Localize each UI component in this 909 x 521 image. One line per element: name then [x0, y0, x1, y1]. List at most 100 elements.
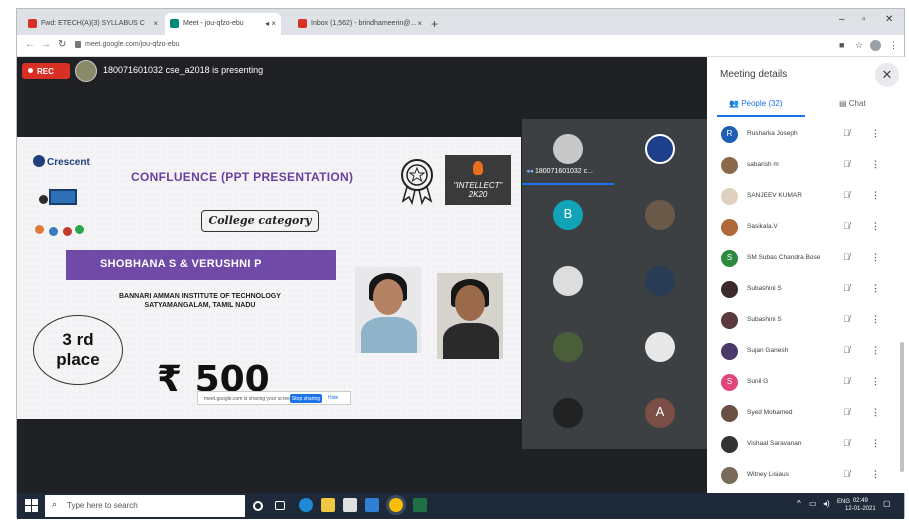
- mic-off-icon[interactable]: 🎙̸: [843, 438, 850, 448]
- list-item[interactable]: Sasikala.V 🎙̸ ⋮: [707, 213, 906, 244]
- more-icon[interactable]: ⋮: [871, 159, 880, 170]
- participant-tile[interactable]: [614, 185, 706, 251]
- participant-tile[interactable]: [614, 119, 706, 185]
- mic-off-icon[interactable]: 🎙̸: [843, 252, 850, 262]
- more-icon[interactable]: ⋮: [871, 128, 880, 139]
- menu-icon[interactable]: ⋮: [889, 40, 898, 51]
- tab-chat[interactable]: ▤ Chat: [839, 99, 866, 108]
- participant-tile[interactable]: A: [614, 383, 706, 449]
- task-view-icon[interactable]: [275, 501, 285, 510]
- participant-avatar: [553, 332, 583, 362]
- panel-scrollbar[interactable]: [900, 342, 904, 472]
- close-tab-icon[interactable]: ×: [417, 19, 422, 28]
- mic-off-icon[interactable]: 🎙̸: [843, 221, 850, 231]
- mic-off-icon[interactable]: 🎙̸: [843, 128, 850, 138]
- winner-photo-1: [355, 267, 421, 353]
- taskbar-search-input[interactable]: ⌕ Type here to search: [45, 495, 245, 517]
- tab-gmail-fwd[interactable]: Fwd: ETECH(A)(3) SYLLABUS C ×: [23, 13, 163, 35]
- participant-tile[interactable]: [522, 251, 614, 317]
- more-icon[interactable]: ⋮: [871, 376, 880, 387]
- maximize-button[interactable]: ▫: [862, 14, 866, 25]
- more-icon[interactable]: ⋮: [871, 190, 880, 201]
- forward-icon[interactable]: →: [41, 39, 51, 50]
- more-icon[interactable]: ⋮: [871, 407, 880, 418]
- volume-icon[interactable]: ◂): [823, 499, 830, 508]
- list-item[interactable]: Vishaal Saravanan 🎙̸ ⋮: [707, 430, 906, 461]
- mic-off-icon[interactable]: 🎙̸: [843, 407, 850, 417]
- more-icon[interactable]: ⋮: [871, 283, 880, 294]
- more-icon[interactable]: ⋮: [871, 469, 880, 480]
- camera-icon[interactable]: ■: [839, 40, 844, 50]
- store-icon[interactable]: [343, 498, 357, 512]
- tab-people[interactable]: 👥 People (32): [729, 99, 783, 108]
- mic-off-icon[interactable]: 🎙̸: [843, 159, 850, 169]
- list-item[interactable]: sabarish m 🎙̸ ⋮: [707, 151, 906, 182]
- url-field[interactable]: meet.google.com/jou-qfzo-ebu: [85, 41, 180, 48]
- close-window-button[interactable]: ✕: [885, 14, 893, 25]
- list-item[interactable]: Subashini S 🎙̸ ⋮: [707, 275, 906, 306]
- participant-name: Sunil G: [747, 378, 769, 385]
- meet-stage: REC 180071601032 cse_a2018 is presenting…: [17, 57, 707, 493]
- participant-tile[interactable]: ◂◂ 180071601032 c...: [522, 119, 614, 185]
- more-icon[interactable]: ⋮: [871, 314, 880, 325]
- avatar: S: [721, 250, 738, 267]
- participant-name: SM Subas Chandra Bose: [747, 254, 821, 261]
- institute-line-2: SATYAMANGALAM, TAMIL NADU: [144, 302, 256, 309]
- avatar: [721, 157, 738, 174]
- mic-off-icon[interactable]: 🎙̸: [843, 283, 850, 293]
- network-icon[interactable]: ▭: [809, 499, 817, 508]
- file-explorer-icon[interactable]: [321, 498, 335, 512]
- list-item[interactable]: Subashini S 🎙̸ ⋮: [707, 306, 906, 337]
- tab-gmail-inbox[interactable]: Inbox (1,562) - brindhameerin@... ×: [293, 13, 427, 35]
- more-icon[interactable]: ⋮: [871, 252, 880, 263]
- participant-tile[interactable]: B: [522, 185, 614, 251]
- cortana-icon[interactable]: [253, 501, 263, 511]
- more-icon[interactable]: ⋮: [871, 221, 880, 232]
- avatar: S: [721, 374, 738, 391]
- profile-avatar[interactable]: [870, 40, 881, 51]
- notification-icon[interactable]: ▢: [883, 499, 891, 508]
- excel-icon[interactable]: [413, 498, 427, 512]
- participant-tile[interactable]: [614, 317, 706, 383]
- participant-tile[interactable]: [522, 383, 614, 449]
- list-item[interactable]: SANJEEV KUMAR 🎙̸ ⋮: [707, 182, 906, 213]
- more-icon[interactable]: ⋮: [871, 438, 880, 449]
- mic-off-icon[interactable]: 🎙̸: [843, 314, 850, 324]
- rec-label: REC: [37, 67, 54, 76]
- star-icon[interactable]: ☆: [855, 40, 863, 51]
- more-icon[interactable]: ⋮: [871, 345, 880, 356]
- list-item[interactable]: Sujan Ganesh 🎙̸ ⋮: [707, 337, 906, 368]
- tab-strip: Fwd: ETECH(A)(3) SYLLABUS C × Meet - jou…: [17, 9, 904, 35]
- chrome-icon[interactable]: [389, 498, 403, 512]
- edge-icon[interactable]: [299, 498, 313, 512]
- new-tab-button[interactable]: +: [431, 17, 438, 31]
- participant-tile[interactable]: [522, 317, 614, 383]
- list-item[interactable]: Witney Lisiaus 🎙̸ ⋮: [707, 461, 906, 492]
- list-item[interactable]: Syed Mohamed 🎙̸ ⋮: [707, 399, 906, 430]
- mic-off-icon[interactable]: 🎙̸: [843, 376, 850, 386]
- mail-icon[interactable]: [365, 498, 379, 512]
- list-item[interactable]: S Sunil G 🎙̸ ⋮: [707, 368, 906, 399]
- mic-off-icon[interactable]: 🎙̸: [843, 469, 850, 479]
- taskbar-clock[interactable]: 02:49 12-01-2021: [845, 497, 876, 513]
- gmail-icon: [28, 19, 37, 28]
- mic-off-icon[interactable]: 🎙̸: [843, 345, 850, 355]
- reload-icon[interactable]: ↻: [58, 39, 66, 50]
- tray-chevron-icon[interactable]: ^: [797, 499, 801, 508]
- windows-start-icon[interactable]: [25, 499, 38, 512]
- windows-taskbar: ⌕ Type here to search ^ ▭ ◂) ENG 02:49 1…: [17, 493, 904, 519]
- participant-tile[interactable]: [614, 251, 706, 317]
- close-icon[interactable]: ✕: [875, 63, 899, 87]
- minimize-button[interactable]: –: [839, 14, 845, 25]
- tab-meet[interactable]: Meet - jou-qfzo-ebu ◂ ×: [165, 13, 281, 35]
- list-item[interactable]: R Rusharka Joseph 🎙̸ ⋮: [707, 120, 906, 151]
- back-icon[interactable]: ←: [25, 39, 35, 50]
- stop-sharing-button[interactable]: Stop sharing: [290, 394, 322, 403]
- close-tab-icon[interactable]: ×: [153, 19, 158, 28]
- slide-title: CONFLUENCE (PPT PRESENTATION): [131, 170, 354, 184]
- speaker-close-icon[interactable]: ◂ ×: [265, 19, 276, 28]
- mic-off-icon[interactable]: 🎙̸: [843, 190, 850, 200]
- logo-text: Crescent: [47, 157, 90, 168]
- hide-share-bar-button[interactable]: Hide: [328, 395, 338, 401]
- list-item[interactable]: S SM Subas Chandra Bose 🎙̸ ⋮: [707, 244, 906, 275]
